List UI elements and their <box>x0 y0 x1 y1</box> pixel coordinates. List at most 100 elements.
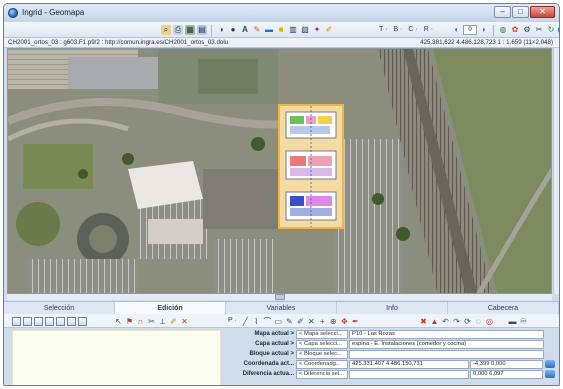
layer-button-4-icon[interactable] <box>45 316 54 326</box>
coordenada-offset[interactable]: -4,399 0,000 <box>470 360 543 369</box>
mapa-select[interactable]: < Mapa selecci... <box>296 330 348 339</box>
bold-dropdown[interactable]: B · <box>391 24 404 36</box>
line-tool-icon[interactable]: ╱ <box>241 317 250 326</box>
move-tool-icon[interactable]: ✥ <box>340 317 349 326</box>
binoculars-icon[interactable]: ♾ <box>519 317 528 326</box>
print-icon[interactable]: ⎙ <box>173 25 183 35</box>
scissors-icon[interactable]: ✂ <box>147 317 156 326</box>
pin-icon[interactable]: ⚑ <box>125 317 134 326</box>
selected-block-overlay[interactable] <box>278 104 344 229</box>
pointer-icon[interactable]: ↖ <box>114 317 123 326</box>
undo-icon[interactable]: ↶ <box>441 317 450 326</box>
tab-edicion[interactable]: Edición <box>115 302 226 314</box>
tab-cabecera[interactable]: Cabecera <box>448 302 559 314</box>
layers-icon[interactable]: ▦ <box>185 25 195 35</box>
toolbar-text-group: T · B · C · R · <box>377 24 435 36</box>
globe-tool-icon[interactable]: ◍ <box>498 25 508 35</box>
plus-tool-icon[interactable]: + <box>318 317 327 326</box>
diferencia-select[interactable]: < Diferencia sel... <box>296 370 348 379</box>
map-horizontal-scrollbar[interactable] <box>7 294 552 300</box>
cross-tool-icon[interactable]: ✕ <box>307 317 316 326</box>
zoom-out-icon[interactable]: ◖ <box>451 25 461 35</box>
form-row-diferencia: Diferencia actua... < Diferencia sel... … <box>12 370 555 379</box>
layer-button-7-icon[interactable] <box>78 316 87 326</box>
line-style-icon[interactable]: ▬ <box>264 25 274 35</box>
map-canvas[interactable] <box>7 48 552 294</box>
magnet-icon[interactable]: ∩ <box>136 317 145 326</box>
zoom-in-icon[interactable]: ◗ <box>479 25 489 35</box>
grid-icon[interactable]: ▤ <box>197 25 207 35</box>
delete-icon[interactable]: ✕ <box>180 317 189 326</box>
line-width-icon[interactable]: ▬ <box>508 317 517 326</box>
rotate-dropdown[interactable]: R · <box>422 24 435 36</box>
table-icon[interactable]: ▥ <box>288 25 298 35</box>
close-button[interactable]: ✕ <box>530 6 555 18</box>
refresh-icon[interactable]: ↻ <box>546 25 556 35</box>
circle-icon[interactable]: ◌ <box>474 317 483 326</box>
paint-tool-icon[interactable]: ✒ <box>351 317 360 326</box>
coordenada-apply-button[interactable] <box>545 360 555 368</box>
diferencia-value[interactable] <box>349 370 469 379</box>
tools-icon[interactable]: ✂ <box>534 25 544 35</box>
bloque-select[interactable]: < Bloque selec... <box>296 350 348 359</box>
layer-button-2-icon[interactable] <box>23 316 32 326</box>
brush-tool-icon[interactable]: ✐ <box>296 317 305 326</box>
pen-icon[interactable]: ✎ <box>252 25 262 35</box>
form-row-mapa: Mapa actual > < Mapa selecci... P10 - La… <box>12 330 555 339</box>
eraser-icon[interactable]: ✐ <box>169 317 178 326</box>
bloque-value[interactable] <box>349 350 544 359</box>
floor-plan-drawing <box>285 106 337 227</box>
layer-button-1-icon[interactable] <box>12 316 21 326</box>
zoom-level-field[interactable]: 0 <box>463 25 477 35</box>
layer-button-3-icon[interactable] <box>34 316 43 326</box>
node-tool-icon[interactable]: ⊕ <box>329 317 338 326</box>
coordenada-select[interactable]: < Coordenadg... <box>296 360 348 369</box>
toolbar-separator <box>211 24 212 36</box>
color-dropdown[interactable]: C · <box>406 24 419 36</box>
point-dropdown[interactable]: P · <box>226 315 239 327</box>
settings-icon[interactable]: ⚙ <box>522 25 532 35</box>
brush-icon[interactable]: ✐ <box>324 25 334 35</box>
fill-color-icon[interactable]: ■ <box>276 25 286 35</box>
toolbar-separator <box>493 24 494 36</box>
tab-seleccion[interactable]: Selección <box>4 302 115 314</box>
zoom-window-icon[interactable]: ⌕ <box>161 25 171 35</box>
stop-icon[interactable]: ✖ <box>419 317 428 326</box>
polyline-tool-icon[interactable]: ⌇ <box>252 317 261 326</box>
scrollbar-thumb[interactable] <box>275 294 285 300</box>
rectangle-tool-icon[interactable]: ▭ <box>274 317 283 326</box>
edit-draw-group: P · ╱ ⌇ ⌒ ▭ ✎ ✐ ✕ + ⊕ ✥ ✒ <box>226 316 360 326</box>
capa-select[interactable]: < Capa selecci... <box>296 340 348 349</box>
cursor-coordinates: 425.381,622 4.486.128,723 1 : 1.659 (11×… <box>420 39 553 46</box>
maximize-button[interactable]: □ <box>512 6 529 18</box>
pencil-tool-icon[interactable]: ✎ <box>285 317 294 326</box>
help-icon[interactable]: ? <box>558 25 559 35</box>
title-bar: Ingrid - Geomapa – □ ✕ <box>4 4 559 22</box>
capa-value[interactable]: espina - E. Instalaciones (comedor y coc… <box>349 340 544 349</box>
color-palette-icon[interactable]: ✿ <box>510 25 520 35</box>
map-path: CH2001_ortos_03 : g603.F1.p9/2 : http://… <box>8 39 229 46</box>
contrast-icon[interactable]: ◑ <box>216 25 226 35</box>
map-vertical-scrollbar[interactable] <box>553 48 559 294</box>
warning-icon[interactable]: ▲ <box>430 317 439 326</box>
mapa-value[interactable]: P10 - Las Rozas <box>349 330 544 339</box>
tab-variables[interactable]: Variables <box>226 302 337 314</box>
minimize-button[interactable]: – <box>494 6 511 18</box>
diferencia-offset[interactable]: 0,000 6,097 <box>470 370 543 379</box>
edit-form-panel: Mapa actual > < Mapa selecci... P10 - La… <box>12 330 555 385</box>
symbol-icon[interactable]: ✦ <box>312 25 322 35</box>
text-dropdown[interactable]: T · <box>377 24 389 36</box>
measure-icon[interactable]: ⟂ <box>158 317 167 326</box>
diferencia-apply-button[interactable] <box>545 370 555 378</box>
layer-button-5-icon[interactable] <box>56 316 65 326</box>
text-style-icon[interactable]: A <box>240 25 250 35</box>
rotate-icon[interactable]: ⟳ <box>463 317 472 326</box>
hatch-icon[interactable]: ▧ <box>300 25 310 35</box>
target-icon[interactable]: ◎ <box>485 317 494 326</box>
coordenada-value[interactable]: 425.331,407 4.486.150,731 <box>349 360 469 369</box>
tab-info[interactable]: Info <box>337 302 448 314</box>
arc-tool-icon[interactable]: ⌒ <box>263 317 272 326</box>
redo-icon[interactable]: ↷ <box>452 317 461 326</box>
layer-button-6-icon[interactable] <box>67 316 76 326</box>
fill-icon[interactable]: ● <box>228 25 238 35</box>
